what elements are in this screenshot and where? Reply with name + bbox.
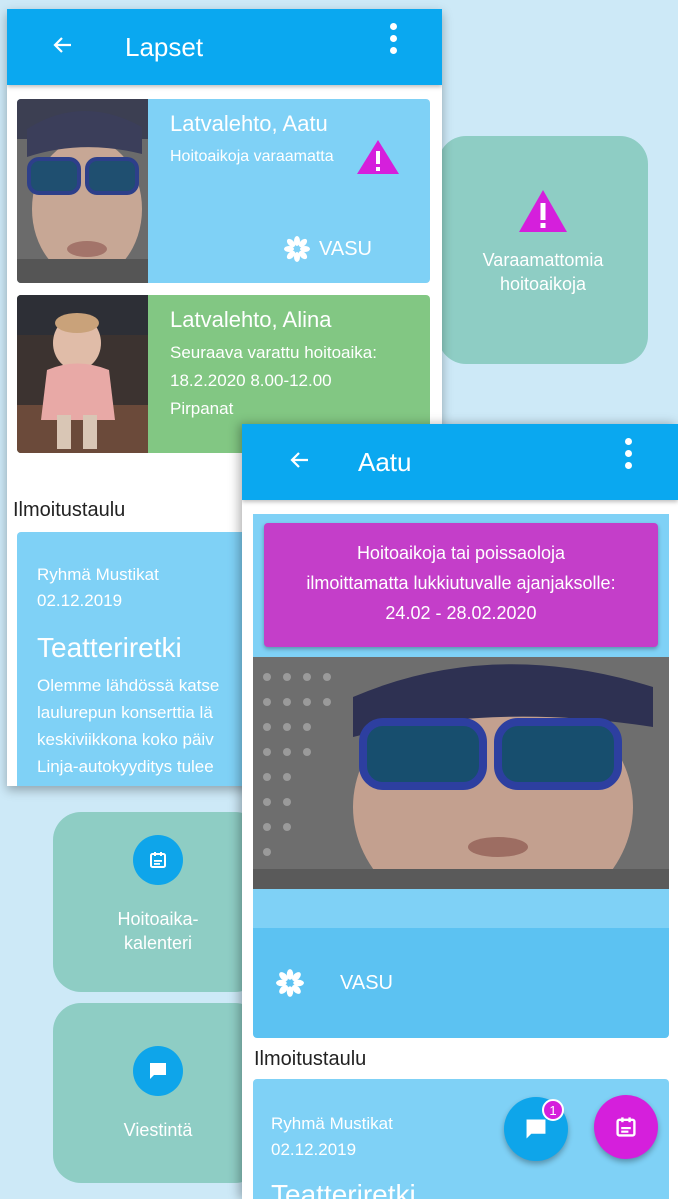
tile-calendar-label-2: kalenteri: [123, 933, 193, 953]
unreserved-times-tile[interactable]: Varaamattomia hoitoaikoja: [438, 136, 648, 364]
tile-messages-label: Viestintä: [123, 1120, 193, 1140]
next-reservation-time: 18.2.2020 8.00-12.00: [170, 371, 332, 390]
page-title: Aatu: [358, 446, 412, 477]
child-name: Latvalehto, Alina: [170, 307, 332, 332]
back-arrow-icon[interactable]: [51, 32, 79, 63]
warning-icon: [519, 190, 567, 232]
page-title: Lapset: [125, 31, 204, 62]
messages-tile[interactable]: Viestintä: [53, 1003, 263, 1183]
more-menu-icon[interactable]: [390, 23, 398, 54]
child-info: Latvalehto, Aatu Hoitoaikoja varaamatta: [148, 99, 430, 283]
child-photo-aatu-large: [253, 657, 669, 889]
unread-badge: 1: [542, 1099, 564, 1121]
next-reservation-label: Seuraava varattu hoitoaika:: [170, 343, 377, 362]
notice-title: Teatteriretki: [271, 1179, 416, 1199]
back-arrow-icon[interactable]: [288, 447, 316, 478]
vasu-link[interactable]: VASU: [283, 235, 372, 263]
child-photo-aatu: [17, 99, 148, 283]
calendar-icon: [616, 1117, 636, 1137]
warning-icon: [357, 140, 399, 174]
calendar-icon: [133, 835, 183, 885]
next-reservation-group: Pirpanat: [170, 399, 234, 418]
vasu-link[interactable]: VASU: [253, 928, 669, 1038]
notice-board-title: Ilmoitustaulu: [254, 1048, 367, 1070]
child-name: Latvalehto, Aatu: [170, 111, 328, 136]
vasu-label: VASU: [319, 237, 372, 260]
messages-fab[interactable]: 1: [504, 1097, 568, 1161]
chat-icon: [133, 1046, 183, 1096]
tile-warning-label-1: Varaamattomia: [482, 250, 604, 270]
calendar-fab[interactable]: [594, 1095, 658, 1159]
vasu-label: VASU: [340, 971, 393, 994]
tile-warning-label-2: hoitoaikoja: [499, 274, 587, 294]
child-detail-screen: Aatu Hoitoaikoja tai poissaoloja ilmoitt…: [242, 424, 678, 1199]
flower-icon: [276, 969, 304, 997]
tile-calendar-label-1: Hoitoaika-: [117, 909, 199, 929]
calendar-tile[interactable]: Hoitoaika- kalenteri: [53, 812, 263, 992]
lock-period-alert: Hoitoaikoja tai poissaoloja ilmoittamatt…: [264, 523, 658, 647]
child-photo-alina: [17, 295, 148, 453]
app-bar: Aatu: [242, 424, 678, 500]
alert-dates: 24.02 - 28.02.2020: [385, 603, 537, 623]
flower-icon: [284, 236, 310, 262]
child-card-aatu[interactable]: Latvalehto, Aatu Hoitoaikoja varaamatta: [17, 99, 430, 283]
more-menu-icon[interactable]: [625, 438, 633, 469]
chat-icon: [526, 1119, 546, 1139]
alert-line: Hoitoaikoja tai poissaoloja: [356, 543, 566, 563]
alert-line: ilmoittamatta lukkiutuvalle ajanjaksolle…: [306, 573, 616, 593]
notice-board-title: Ilmoitustaulu: [13, 499, 126, 521]
app-bar: Lapset: [7, 9, 442, 85]
